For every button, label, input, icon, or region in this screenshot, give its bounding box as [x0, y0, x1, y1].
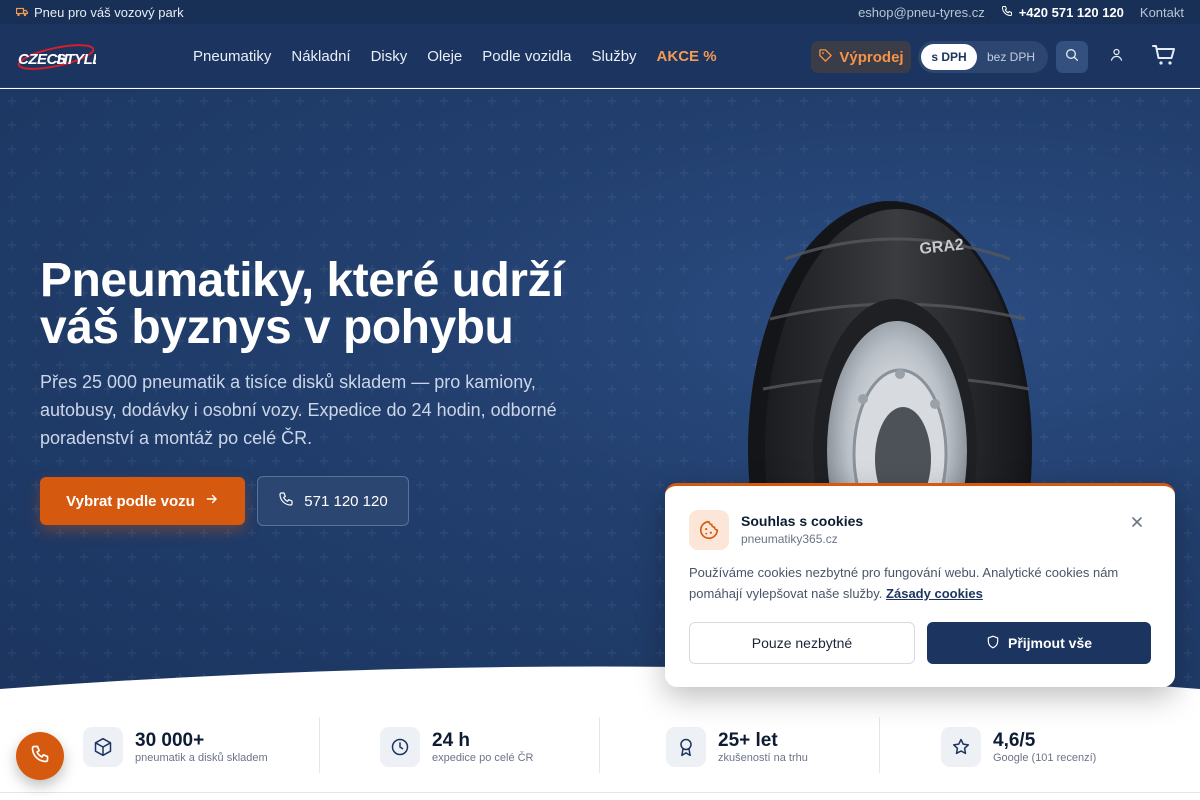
stat-stock: 30 000+ pneumatik a disků skladem: [83, 717, 268, 777]
svg-text:STYLE: STYLE: [56, 51, 96, 68]
phone-link[interactable]: +420 571 120 120: [1001, 5, 1124, 20]
main-header: CZECH STYLE Pneumatiky Nákladní Disky Ol…: [0, 24, 1200, 88]
phone-icon: [30, 744, 50, 769]
stat-stock-label: pneumatik a disků skladem: [135, 751, 268, 764]
nav-item-pneumatiky[interactable]: Pneumatiky: [193, 48, 271, 65]
call-button-label: 571 120 120: [304, 492, 388, 510]
stats-bar: 30 000+ pneumatik a disků skladem 24 h e…: [0, 705, 1200, 795]
box-icon: [83, 727, 123, 767]
star-icon: [941, 727, 981, 767]
accept-all-button[interactable]: Přijmout vše: [927, 622, 1151, 664]
shield-icon: [986, 635, 1000, 652]
vat-toggle[interactable]: s DPH bez DPH: [918, 41, 1048, 73]
cookie-domain: pneumatiky365.cz: [741, 532, 838, 546]
search-icon: [1064, 47, 1080, 68]
phone-text: +420 571 120 120: [1018, 4, 1124, 20]
stat-stock-value: 30 000+: [135, 729, 205, 751]
cart-icon: [1152, 44, 1176, 71]
top-bar: Pneu pro váš vozový park eshop@pneu-tyre…: [0, 0, 1200, 24]
floating-call-button[interactable]: [16, 732, 64, 780]
cookie-icon: [689, 510, 729, 550]
sale-button[interactable]: Výprodej: [811, 41, 911, 73]
accept-all-label: Přijmout vše: [1007, 635, 1093, 651]
phone-icon: [1001, 5, 1013, 20]
nav-item-oleje[interactable]: Oleje: [427, 48, 462, 65]
stat-experience: 25+ let zkušeností na trhu: [666, 717, 808, 777]
truck-icon: [15, 5, 29, 20]
logo[interactable]: CZECH STYLE: [16, 42, 104, 72]
tagline-text: Pneu pro váš vozový park: [34, 4, 184, 20]
tag-icon: [818, 48, 833, 67]
call-button[interactable]: 571 120 120: [257, 476, 409, 526]
cookie-text: Používáme cookies nezbytné pro fungování…: [689, 562, 1159, 604]
stat-divider: [319, 717, 320, 773]
vat-off-option[interactable]: bez DPH: [977, 44, 1045, 70]
contact-link[interactable]: Kontakt: [1140, 5, 1184, 20]
email-link[interactable]: eshop@pneu-tyres.cz: [858, 5, 985, 20]
phone-icon: [278, 491, 294, 511]
stat-experience-label: zkušeností na trhu: [718, 751, 808, 764]
stat-shipping-value: 24 h: [432, 729, 471, 751]
nav-item-nakladni[interactable]: Nákladní: [291, 48, 350, 65]
nav-item-akce[interactable]: AKCE %: [657, 48, 717, 65]
sale-button-label: Výprodej: [839, 48, 904, 66]
main-nav: Pneumatiky Nákladní Disky Oleje Podle vo…: [193, 24, 717, 88]
close-icon: [1131, 515, 1143, 533]
search-button[interactable]: [1056, 41, 1088, 73]
cookie-policy-link[interactable]: Zásady cookies: [886, 586, 983, 601]
user-icon: [1109, 47, 1124, 67]
arrow-right-icon: [205, 492, 219, 510]
hero-lead: Přes 25 000 pneumatik a tisíce disků skl…: [40, 372, 557, 448]
tagline: Pneu pro váš vozový park: [15, 4, 184, 20]
choose-by-vehicle-button[interactable]: Vybrat podle vozu: [40, 477, 245, 525]
nav-item-podle-vozidla[interactable]: Podle vozidla: [482, 48, 571, 65]
hero-title: Pneumatiky, které udrží váš byznys v poh…: [40, 254, 564, 354]
cart-button[interactable]: [1148, 41, 1180, 73]
cookie-consent-dialog: Souhlas s cookies pneumatiky365.cz Použí…: [665, 483, 1175, 687]
necessary-only-button[interactable]: Pouze nezbytné: [689, 622, 915, 664]
cookie-title: Souhlas s cookies: [741, 513, 864, 529]
stat-rating-label: Google (101 recenzí): [993, 751, 1097, 764]
stat-divider: [599, 717, 600, 773]
section-divider: [0, 792, 1200, 793]
account-button[interactable]: [1100, 41, 1132, 73]
nav-item-disky[interactable]: Disky: [371, 48, 408, 65]
nav-item-sluzby[interactable]: Služby: [592, 48, 637, 65]
award-icon: [666, 727, 706, 767]
stat-rating-value: 4,6/5: [993, 729, 1036, 751]
stat-rating: 4,6/5 Google (101 recenzí): [941, 717, 1096, 777]
stat-experience-value: 25+ let: [718, 729, 778, 751]
close-button[interactable]: [1127, 514, 1147, 534]
choose-by-vehicle-label: Vybrat podle vozu: [66, 492, 195, 510]
stat-divider: [879, 717, 880, 773]
vat-on-option[interactable]: s DPH: [921, 44, 977, 70]
stat-shipping: 24 h expedice po celé ČR: [380, 717, 534, 777]
stat-shipping-label: expedice po celé ČR: [432, 751, 534, 764]
clock-icon: [380, 727, 420, 767]
